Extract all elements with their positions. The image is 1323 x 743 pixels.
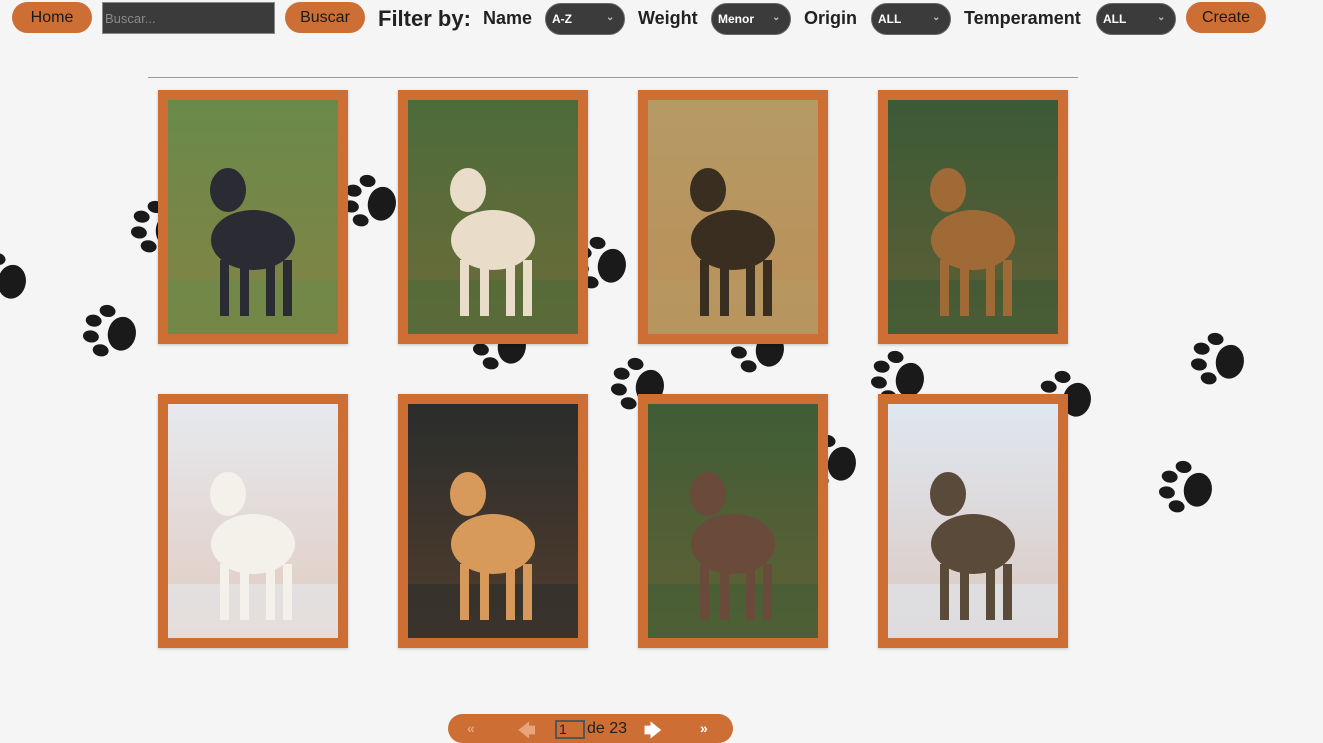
- temperament-value: ALL: [1103, 12, 1127, 26]
- paw-print-icon: [1185, 323, 1255, 396]
- akita-photo: [408, 404, 578, 638]
- airedale-terrier-photo: [888, 100, 1058, 334]
- chevron-down-icon: ⌄: [932, 12, 941, 23]
- chevron-down-icon: ⌄: [1157, 12, 1166, 23]
- pagination: « 🡄 1 de 23 🡆 »: [448, 714, 733, 743]
- paw-print-icon: [77, 295, 147, 368]
- page-count-label: de 23: [587, 720, 628, 737]
- dog-card[interactable]: [638, 90, 828, 344]
- create-button[interactable]: Create: [1186, 2, 1266, 33]
- paw-print-icon: [0, 243, 37, 316]
- divider: [148, 77, 1078, 78]
- weight-sort-value: Menor: [718, 12, 754, 26]
- double-left-icon[interactable]: «: [467, 720, 475, 736]
- temperament-filter-label: Temperament: [964, 8, 1081, 28]
- dog-card[interactable]: [638, 394, 828, 648]
- paw-print-icon: [1153, 451, 1223, 524]
- chevron-down-icon: ⌄: [772, 12, 781, 23]
- search-button[interactable]: Buscar: [285, 2, 365, 33]
- filter-toolbar: Home Buscar Filter by: Name A-Z ⌄ Weight…: [0, 0, 1323, 36]
- origin-value: ALL: [878, 12, 902, 26]
- african-wild-dog-photo: [648, 100, 818, 334]
- filter-title: Filter by:: [378, 6, 471, 31]
- dog-card[interactable]: [878, 394, 1068, 648]
- dog-card[interactable]: [158, 90, 348, 344]
- arrow-left-icon[interactable]: 🡄: [518, 718, 536, 743]
- name-sort-value: A-Z: [552, 12, 572, 26]
- origin-select[interactable]: ALL ⌄: [871, 3, 951, 35]
- white-dog-in-snow-photo: [168, 404, 338, 638]
- dog-card[interactable]: [158, 394, 348, 648]
- bulldog-photo: [648, 404, 818, 638]
- arrow-right-icon[interactable]: 🡆: [644, 718, 662, 743]
- search-input[interactable]: [102, 2, 275, 34]
- black-shaggy-dog-photo: [168, 100, 338, 334]
- page-number-input[interactable]: 1: [555, 720, 585, 739]
- home-button[interactable]: Home: [12, 2, 92, 33]
- dog-card[interactable]: [878, 90, 1068, 344]
- name-sort-select[interactable]: A-Z ⌄: [545, 3, 625, 35]
- name-filter-label: Name: [483, 8, 533, 28]
- afghan-hound-photo: [408, 100, 578, 334]
- origin-filter-label: Origin: [804, 8, 857, 28]
- dog-card[interactable]: [398, 90, 588, 344]
- husky-in-snow-photo: [888, 404, 1058, 638]
- temperament-select[interactable]: ALL ⌄: [1096, 3, 1176, 35]
- double-right-icon[interactable]: »: [700, 720, 708, 736]
- weight-filter-label: Weight: [638, 8, 698, 28]
- weight-sort-select[interactable]: Menor ⌄: [711, 3, 791, 35]
- dog-card[interactable]: [398, 394, 588, 648]
- chevron-down-icon: ⌄: [606, 12, 615, 23]
